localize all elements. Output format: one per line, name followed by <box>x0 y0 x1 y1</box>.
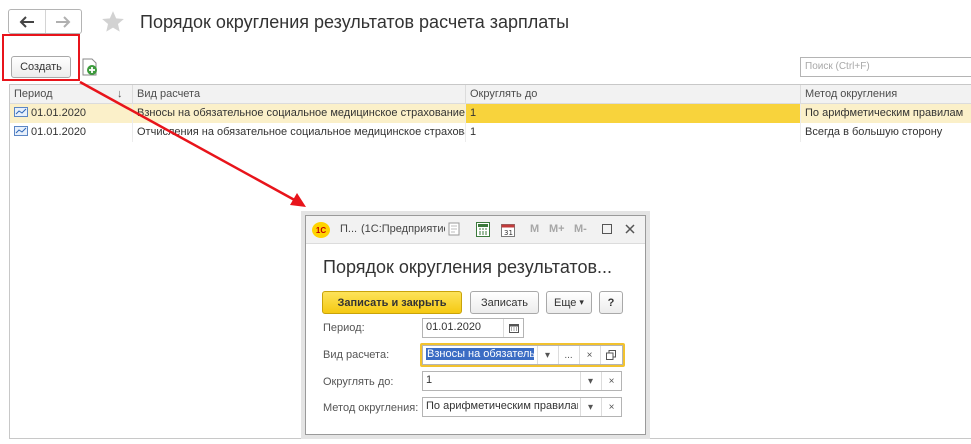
dialog-title-app: (1С:Предприятие) <box>361 223 445 235</box>
page-title: Порядок округления результатов расчета з… <box>140 12 570 32</box>
navigation-buttons <box>8 9 82 34</box>
record-icon <box>14 126 28 136</box>
back-button[interactable] <box>9 10 45 33</box>
create-button[interactable]: Создать <box>11 56 71 78</box>
sort-down-icon: ↓ <box>117 88 123 100</box>
dialog-title-short: П... <box>340 223 358 235</box>
open-window-icon <box>605 350 616 360</box>
close-button[interactable] <box>622 221 638 237</box>
column-header-kind[interactable]: Вид расчета <box>133 85 466 104</box>
search-input[interactable]: Поиск (Ctrl+F) <box>800 57 971 77</box>
method-clear-button[interactable]: × <box>601 398 621 416</box>
arrow-left-icon <box>19 15 34 28</box>
maximize-icon <box>602 224 612 234</box>
round-to-dropdown-button[interactable]: ▾ <box>580 372 600 390</box>
kind-dropdown-button[interactable]: ▾ <box>537 346 557 364</box>
kind-select-button[interactable]: ... <box>558 346 578 364</box>
cell-method: Всегда в большую сторону <box>805 126 943 138</box>
column-header-round-to[interactable]: Округлять до <box>466 85 801 104</box>
column-header-period[interactable]: Период <box>10 85 133 104</box>
table-header: Период ↓ Вид расчета Округлять до Метод … <box>10 85 971 104</box>
round-to-field-value: 1 <box>426 374 433 386</box>
help-button[interactable]: ? <box>599 291 623 314</box>
method-field-value: По арифметическим правилам <box>426 400 578 412</box>
star-icon[interactable] <box>100 9 126 35</box>
cell-period: 01.01.2020 <box>10 104 133 123</box>
memory-button[interactable]: M <box>530 223 539 235</box>
period-field-value: 01.01.2020 <box>426 321 482 333</box>
cell-method: По арифметическим правилам <box>805 107 964 119</box>
method-dropdown-button[interactable]: ▾ <box>580 398 600 416</box>
kind-label: Вид расчета: <box>323 349 390 361</box>
period-value: 01.01.2020 <box>31 107 87 119</box>
record-dialog: 1С П... (1С:Предприятие) 31 M M+ M- Поря… <box>305 215 646 435</box>
period-label: Период: <box>323 322 365 334</box>
add-copy-button[interactable] <box>80 57 100 77</box>
round-to-label: Округлять до: <box>323 376 394 388</box>
column-header-method[interactable]: Метод округления <box>801 85 971 104</box>
dialog-heading: Порядок округления результатов... <box>323 257 613 277</box>
period-value: 01.01.2020 <box>31 126 87 138</box>
svg-text:31: 31 <box>504 229 513 237</box>
cell-period: 01.01.2020 <box>10 123 133 142</box>
more-button[interactable]: Еще ▾ <box>546 291 592 314</box>
method-field[interactable]: По арифметическим правилам ▾ × <box>422 397 622 417</box>
close-icon <box>625 224 635 234</box>
table-row[interactable]: 01.01.2020 Взносы на обязательное социал… <box>10 104 971 123</box>
period-field[interactable]: 01.01.2020 <box>422 318 524 338</box>
memory-add-button[interactable]: M+ <box>549 223 565 235</box>
kind-field-value: Взносы на обязательное социальное медици… <box>426 348 534 360</box>
cell-round-to: 1 <box>466 123 801 142</box>
record-icon <box>14 107 28 117</box>
method-label: Метод округления: <box>323 402 419 414</box>
kind-clear-button[interactable]: × <box>579 346 599 364</box>
maximize-button[interactable] <box>599 221 615 237</box>
dialog-titlebar: 1С П... (1С:Предприятие) 31 M M+ M- <box>306 216 645 244</box>
cell-round-to: 1 <box>466 104 801 123</box>
round-to-field[interactable]: 1 ▾ × <box>422 371 622 391</box>
forward-button[interactable] <box>44 10 82 33</box>
round-to-clear-button[interactable]: × <box>601 372 621 390</box>
calendar-icon <box>508 324 519 333</box>
more-label: Еще <box>554 296 577 309</box>
save-and-close-button[interactable]: Записать и закрыть <box>322 291 462 314</box>
calculator-icon[interactable] <box>476 222 490 237</box>
chevron-down-icon: ▾ <box>579 297 584 307</box>
kind-selected-text: Взносы на обязательное социальное медици… <box>426 348 534 360</box>
kind-open-button[interactable] <box>600 346 620 364</box>
print-icon[interactable] <box>447 222 461 236</box>
app-logo-icon: 1С <box>312 222 330 238</box>
arrow-right-icon <box>56 15 71 28</box>
memory-subtract-button[interactable]: M- <box>574 223 587 235</box>
cell-kind: Взносы на обязательное социальное медици… <box>133 104 466 123</box>
save-button[interactable]: Записать <box>470 291 539 314</box>
table-row[interactable]: 01.01.2020 Отчисления на обязательное со… <box>10 123 971 142</box>
add-copy-icon <box>82 58 97 76</box>
calendar-picker-button[interactable] <box>503 319 523 337</box>
kind-field[interactable]: Взносы на обязательное социальное медици… <box>422 345 623 365</box>
cell-kind: Отчисления на обязательное социальное ме… <box>133 123 466 142</box>
calendar-icon[interactable]: 31 <box>501 222 515 237</box>
